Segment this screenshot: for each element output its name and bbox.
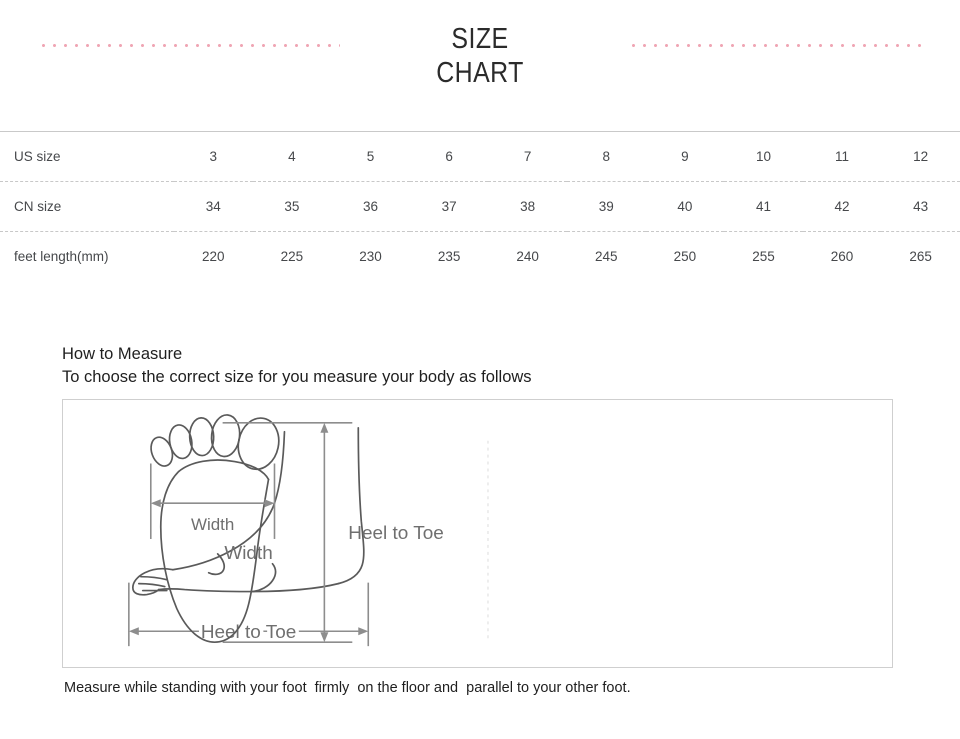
right-heel-to-toe-label: Heel to Toe [348,523,443,544]
how-to-measure-block: How to Measure To choose the correct siz… [62,343,902,389]
title-band: SIZE CHART [0,0,960,120]
top-view-foot-illustration: Width Heel to Toe [149,414,444,644]
measure-diagram-box: Width Heel to Toe Width Heel to Toe [62,399,893,668]
toe-3 [188,417,215,457]
how-to-measure-subheading: To choose the correct size for you measu… [62,368,532,386]
cell-us-6: 9 [681,149,689,164]
cell-len-9: 265 [909,249,932,265]
cell-cn-9: 43 [913,199,929,214]
cell-cn-4: 38 [520,199,536,214]
left-heel-to-toe-label: Heel to Toe [201,622,296,643]
cell-len-6: 250 [673,249,697,265]
cell-cn-7: 41 [755,199,771,214]
cell-us-5: 8 [602,149,611,164]
cell-us-8: 11 [835,149,850,164]
cell-cn-0: 34 [205,199,221,214]
measure-diagram-svg: Width Heel to Toe Width Heel to Toe [128,414,489,647]
size-chart-table: US size 3 4 5 6 7 8 9 10 11 12 CN size 3… [0,131,960,282]
table-row: CN size 34 35 36 37 38 39 40 41 42 43 [0,181,960,232]
footer-note: Measure while standing with your foot fi… [64,680,631,696]
table-row: US size 3 4 5 6 7 8 9 10 11 12 [0,132,960,182]
how-to-measure-heading: How to Measure [62,345,183,363]
arrowhead-width-left [150,499,161,508]
cell-us-0: 3 [209,149,218,164]
row-header-cn-size: CN size [14,199,62,214]
arrowhead-right [358,627,369,636]
page-title-line-2: CHART [436,57,524,89]
page-title-line-1: SIZE [451,23,509,55]
cell-len-1: 225 [280,249,304,265]
row-header-us-size: US size [14,149,61,164]
cell-us-2: 5 [366,149,375,164]
arrowhead-heel-bottom [320,632,329,643]
cell-len-0: 220 [202,249,225,265]
cell-cn-8: 42 [834,199,850,214]
cell-us-4: 7 [523,149,532,164]
right-width-label: Width [191,515,234,534]
cell-len-7: 255 [752,249,775,265]
cell-len-5: 245 [595,249,618,265]
arrowhead-left [128,627,139,636]
cell-cn-3: 37 [441,199,457,214]
cell-us-7: 10 [755,149,771,164]
arrowhead-heel-top [320,422,329,433]
cell-len-8: 260 [830,249,854,265]
table-row: feet length(mm) 220 225 230 235 240 245 … [0,231,960,282]
cell-cn-2: 36 [362,199,378,214]
cell-cn-1: 35 [284,199,300,214]
cell-cn-5: 39 [598,199,614,214]
cell-us-3: 6 [445,149,453,164]
toe-5-little [150,436,174,467]
side-view-foot-illustration: Width Heel to Toe [128,426,370,647]
cell-us-1: 4 [288,149,296,164]
page-title: SIZE CHART [67,22,893,90]
left-width-label: Width [224,543,272,564]
cell-len-3: 235 [437,249,461,265]
cell-len-4: 240 [516,249,539,265]
row-header-feet-length: feet length(mm) [14,249,109,265]
cell-len-2: 230 [359,249,382,265]
cell-us-9: 12 [913,149,929,164]
cell-cn-6: 40 [677,199,693,214]
